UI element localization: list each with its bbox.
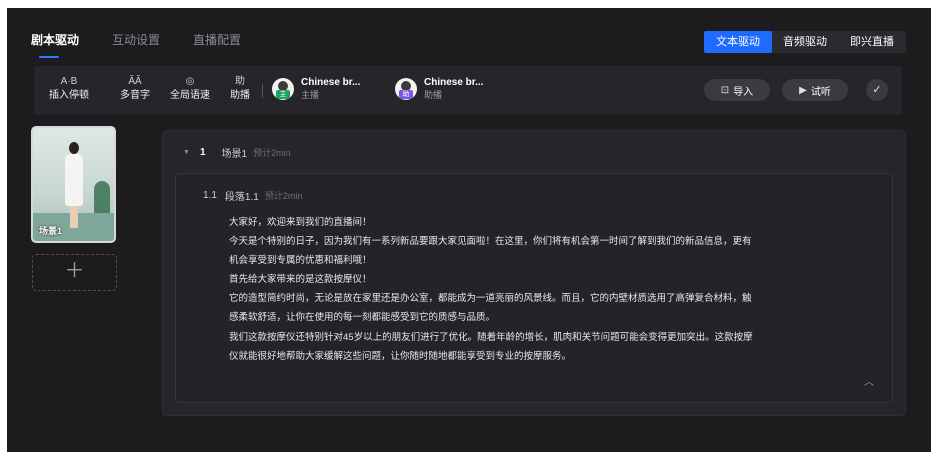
import-icon: ⊡ bbox=[720, 84, 730, 96]
script-text-editor[interactable]: 大家好，欢迎来到我们的直播间！ 今天是个特别的日子，因为我们有一系列新品要跟大家… bbox=[229, 213, 869, 366]
polyphone-label: 多音字 bbox=[120, 90, 150, 101]
voice-name: Chinese br... bbox=[424, 77, 484, 88]
mode-improv-live-button[interactable]: 即兴直播 bbox=[838, 31, 906, 53]
speed-dial-icon: ◎ bbox=[185, 76, 195, 87]
script-toolbar: A·B 插入停顿 ĂĂ 多音字 ◎ 全局语速 助 助播 主 Chinese br… bbox=[34, 66, 902, 115]
collapse-caret-icon[interactable]: ▼ bbox=[183, 149, 190, 156]
scene-thumbnail[interactable]: 场景1 bbox=[31, 126, 116, 243]
avatar: 助 bbox=[395, 78, 417, 100]
scene-estimate: 预计2min bbox=[253, 148, 291, 158]
paragraph-header: 1.1 段落1.1 预计2min bbox=[203, 188, 302, 203]
add-scene-button[interactable]: ＋ bbox=[32, 254, 117, 291]
script-line: 机会享受到专属的优惠和福利哦！ bbox=[229, 255, 372, 267]
mode-audio-driven-button[interactable]: 音频驱动 bbox=[772, 31, 838, 53]
scene-name: 场景1 bbox=[221, 149, 248, 160]
voice-role: 助播 bbox=[424, 90, 443, 100]
import-button[interactable]: ⊡ 导入 bbox=[704, 79, 770, 101]
listen-button[interactable]: ▶ 试听 bbox=[782, 79, 848, 101]
avatar: 主 bbox=[272, 78, 294, 100]
scene-header: ▼ 1 场景1 预计2min bbox=[183, 145, 291, 160]
import-label: 导入 bbox=[733, 86, 754, 98]
assistant-chip: 助 bbox=[399, 90, 413, 99]
global-speed-tool[interactable]: ◎ 全局语速 bbox=[170, 75, 210, 103]
app-window: 剧本驱动 互动设置 直播配置 文本驱动 音频驱动 即兴直播 A·B 插入停顿 Ă… bbox=[7, 8, 931, 452]
assistant-label: 助播 bbox=[230, 90, 250, 101]
host-chip: 主 bbox=[276, 90, 290, 99]
script-line: 仪就能很好地帮助大家缓解这些问题，让你随时随地都能享受到专业的按摩服务。 bbox=[229, 350, 572, 362]
paragraph-block: 1.1 段落1.1 预计2min 大家好，欢迎来到我们的直播间！ 今天是个特别的… bbox=[175, 173, 893, 403]
script-line: 我们这款按摩仪还特别针对45岁以上的朋友们进行了优化。随着年龄的增长，肌肉和关节… bbox=[229, 331, 753, 343]
voice-role: 主播 bbox=[301, 90, 320, 100]
script-line: 它的造型简约时尚，无论是放在家里还是办公室，都能成为一道亮丽的风景线。而且，它的… bbox=[229, 293, 752, 305]
toolbar-divider bbox=[262, 84, 263, 98]
scene-thumbnail-label: 场景1 bbox=[39, 226, 63, 236]
script-line: 感柔软舒适，让你在使用的每一刻都能感受到它的质感与品质。 bbox=[229, 312, 496, 324]
insert-pause-tool[interactable]: A·B 插入停顿 bbox=[49, 75, 89, 103]
mode-text-driven-button[interactable]: 文本驱动 bbox=[704, 31, 772, 53]
script-line: 大家好，欢迎来到我们的直播间！ bbox=[229, 217, 372, 228]
drive-mode-switch: 文本驱动 音频驱动 即兴直播 bbox=[704, 31, 906, 53]
voice-host-selector[interactable]: 主 Chinese br... 主播 bbox=[272, 77, 360, 101]
tab-interaction-settings[interactable]: 互动设置 bbox=[112, 32, 160, 48]
voice-name: Chinese br... bbox=[301, 77, 361, 88]
script-line: 首先给大家带来的是这款按摩仪！ bbox=[229, 274, 372, 286]
global-speed-label: 全局语速 bbox=[170, 90, 210, 101]
presenter-avatar-image bbox=[63, 142, 85, 232]
assistant-icon: 助 bbox=[235, 76, 245, 87]
play-icon: ▶ bbox=[799, 84, 807, 96]
voice-assistant-selector[interactable]: 助 Chinese br... 助播 bbox=[395, 77, 483, 101]
polyphone-tool[interactable]: ĂĂ 多音字 bbox=[120, 75, 150, 103]
pause-marker-icon: A·B bbox=[60, 76, 78, 87]
paragraph-number: 1.1 bbox=[203, 190, 217, 201]
scene-number: 1 bbox=[199, 147, 206, 158]
polyphone-icon: ĂĂ bbox=[128, 76, 142, 87]
main-tabs: 剧本驱动 互动设置 直播配置 bbox=[31, 32, 274, 58]
plus-icon: ＋ bbox=[64, 260, 85, 282]
script-line: 今天是个特别的日子，因为我们有一系列新品要跟大家见面啦！在这里，你们将有机会第一… bbox=[229, 236, 752, 248]
assistant-tool[interactable]: 助 助播 bbox=[230, 75, 250, 103]
check-icon[interactable]: ✓ bbox=[866, 79, 888, 101]
listen-label: 试听 bbox=[810, 86, 831, 98]
tab-script-driven[interactable]: 剧本驱动 bbox=[31, 32, 79, 58]
paragraph-name: 段落1.1 bbox=[224, 192, 259, 203]
tab-live-config[interactable]: 直播配置 bbox=[193, 32, 241, 48]
insert-pause-label: 插入停顿 bbox=[49, 90, 89, 101]
chevron-up-icon[interactable]: ︿ bbox=[864, 373, 874, 388]
script-panel: ▼ 1 场景1 预计2min 1.1 段落1.1 预计2min 大家好，欢迎来到… bbox=[162, 130, 906, 416]
paragraph-estimate: 预计2min bbox=[264, 191, 303, 201]
